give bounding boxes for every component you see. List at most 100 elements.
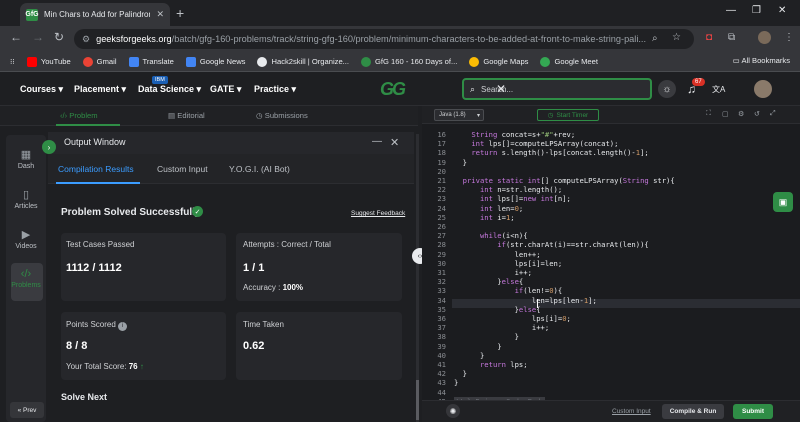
reset-icon[interactable]: ↺ [754,110,760,118]
minimize-icon[interactable]: — [726,5,736,16]
language-select[interactable]: Java (1.8) ▾ [434,109,484,121]
tab-submissions[interactable]: ◷ Submissions [256,111,308,120]
output-scroll-thumb[interactable] [416,380,419,420]
sidebar-item-dash[interactable]: ▦ Dash [8,148,44,170]
bookmark-icon[interactable]: ▢ [722,110,729,118]
profile-avatar-icon[interactable] [758,31,771,44]
code-area[interactable]: 16 String concat=s+"#"+rev; 17 int lps[]=… [422,124,800,400]
language-icon[interactable]: 文A [712,84,725,95]
tab-close-icon[interactable]: ✕ [156,9,164,20]
output-scrollbar[interactable] [416,134,419,422]
code-line[interactable]: if(len!=0){ [454,286,563,295]
code-line[interactable]: lps[i]=0; [454,314,571,323]
bookmark-youtube[interactable]: YouTube [26,56,71,67]
code-line[interactable]: }else{ [454,277,523,286]
settings-icon[interactable]: ⚙ [738,110,744,118]
code-line[interactable]: len=lps[len-1]; [454,296,597,305]
code-line[interactable]: int i=1; [454,213,515,222]
line-number: 23 [437,194,446,204]
bookmark-google-maps[interactable]: Google Maps [469,56,528,67]
sidebar-item-videos[interactable]: ▶ Videos [8,228,44,250]
sidebar-item-articles[interactable]: ▯ Articles [8,188,44,210]
code-line[interactable]: } [454,158,467,167]
bookmark-google-news[interactable]: Google News [185,56,245,67]
menu-kebab-icon[interactable]: ⋮ [784,32,794,43]
custom-input-link[interactable]: Custom Input [612,408,651,415]
code-line[interactable]: int len=0; [454,204,523,213]
ibm-badge: IBM [152,76,168,84]
bookmark-translate[interactable]: Translate [128,56,174,67]
browser-tab[interactable]: GfG Min Chars to Add for Palindrome | ✕ [20,3,170,26]
code-line[interactable]: return lps; [454,360,528,369]
bookmark-star-icon[interactable]: ☆ [672,32,681,43]
code-line[interactable]: lps[i]=len; [454,259,563,268]
code-line[interactable]: i++; [454,268,532,277]
line-number: 37 [437,323,446,333]
compile-run-button[interactable]: Compile & Run [662,404,724,419]
minimize-output-icon[interactable]: — [372,136,382,147]
code-line[interactable]: } [454,342,501,351]
apps-grid-icon[interactable]: ⁝⁝ [10,57,15,66]
maximize-icon[interactable]: ❐ [752,5,761,16]
code-line[interactable]: i++; [454,323,549,332]
code-line[interactable]: return s.length()-lps[concat.length()-1]… [454,148,648,157]
code-line[interactable]: private static int[] computeLPSArray(Str… [454,176,675,185]
nav-practice[interactable]: Practice ▾ [254,84,296,95]
search-box[interactable]: ⌕ Search... ✕ [462,78,652,100]
code-line[interactable]: if(str.charAt(i)==str.charAt(len)){ [454,240,648,249]
start-timer-button[interactable]: ◷ Start Timer [537,109,599,121]
code-line[interactable]: int lps[]=new int[n]; [454,194,571,203]
code-line[interactable]: } [454,332,519,341]
suggest-feedback-link[interactable]: Suggest Feedback [351,210,405,217]
code-line[interactable]: while(i<n){ [454,231,528,240]
nav-gate[interactable]: GATE ▾ [210,84,241,95]
site-info-icon[interactable]: ⚙ [82,34,90,45]
tab-custom-input[interactable]: Custom Input [157,164,208,174]
code-line[interactable]: int n=str.length(); [454,185,562,194]
tab-yogi-ai-bot[interactable]: Y.O.G.I. (AI Bot) [229,164,290,174]
sidebar-item-problems[interactable]: ‹/› Problems [8,268,44,289]
tab-problem[interactable]: ‹/› Problem [60,111,98,120]
fullscreen-icon[interactable]: ⤢ [770,110,776,118]
reload-icon[interactable]: ↻ [54,30,64,44]
bookmark-google-meet[interactable]: Google Meet [540,56,598,67]
code-line[interactable]: len++; [454,250,541,259]
code-line[interactable]: String concat=s+"#"+rev; [454,130,575,139]
code-line[interactable]: } [454,351,484,360]
theme-toggle-icon[interactable]: ☼ [658,80,676,98]
user-avatar[interactable] [754,80,772,98]
info-icon[interactable]: i [118,322,128,331]
address-bar[interactable]: ⚙ geeksforgeeks.org/batch/gfg-160-proble… [74,29,694,49]
new-tab-button[interactable]: + [176,5,184,21]
code-line[interactable]: int lps[]=computeLPSArray(concat); [454,139,618,148]
bookmark-gmail[interactable]: Gmail [82,56,117,67]
code-line[interactable]: } [454,378,458,387]
extensions-icon[interactable]: ⧉ [728,32,735,43]
gfg-logo[interactable]: GG [380,79,406,100]
forward-icon[interactable]: → [32,30,44,44]
nav-placement[interactable]: Placement ▾ [74,84,126,95]
window-close-icon[interactable]: ✕ [778,5,786,16]
line-number: 41 [437,360,446,369]
chat-icon[interactable]: ▣ [773,192,793,212]
nav-courses[interactable]: Courses ▾ [20,84,63,95]
clear-search-icon[interactable]: ✕ [496,82,506,96]
bookmark-gfg160[interactable]: GfG 160 - 160 Days of... [361,56,457,67]
prev-button[interactable]: « Prev [10,402,44,418]
submit-button[interactable]: Submit [733,404,773,419]
close-output-icon[interactable]: ✕ [390,136,399,149]
zoom-icon[interactable]: ⌕ [652,33,658,44]
nav-data-science[interactable]: Data Science ▾ [138,84,201,95]
code-line[interactable]: }else{ [454,305,541,314]
line-number: 24 [437,203,446,213]
all-bookmarks-button[interactable]: ▭ All Bookmarks [733,56,790,65]
extension-pocket-icon[interactable]: ◘ [706,32,712,43]
editor-icon-a[interactable]: ⛶ [706,110,711,118]
collapse-panel-icon[interactable]: › [42,140,56,154]
bookmark-hack2skill[interactable]: Hack2skill | Organize... [257,56,349,67]
lightbulb-icon[interactable]: ✺ [446,404,460,418]
tab-compilation-results[interactable]: Compilation Results [58,164,134,174]
tab-editorial[interactable]: ▤ Editorial [168,111,205,120]
back-icon[interactable]: ← [10,30,22,44]
code-line[interactable]: } [454,369,467,378]
